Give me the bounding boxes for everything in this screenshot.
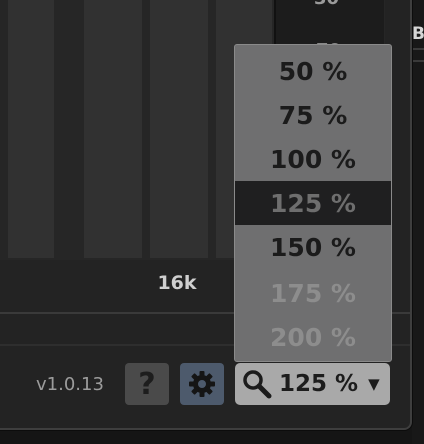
zoom-option-75[interactable]: 75 % (235, 93, 391, 137)
help-label: ? (138, 366, 156, 402)
zoom-option-200: 200 % (270, 322, 356, 352)
version-label: v1.0.13 (36, 374, 104, 395)
eq-band (8, 0, 54, 258)
divider (412, 60, 424, 62)
zoom-option-150[interactable]: 150 % (235, 225, 391, 269)
zoom-dropdown[interactable]: 125 % ▼ (235, 363, 390, 405)
frequency-axis-label: 16k (157, 272, 197, 294)
plugin-panel: 30 70 16k v1.0.13 ? (0, 0, 412, 430)
chevron-down-icon: ▼ (368, 375, 380, 393)
zoom-option-125[interactable]: 125 % (235, 181, 391, 225)
zoom-option-50[interactable]: 50 % (235, 49, 391, 93)
right-panel-edge: B (412, 0, 424, 444)
eq-band (84, 0, 142, 258)
zoom-value: 125 % (279, 371, 359, 397)
right-panel-label: B (412, 24, 424, 44)
gear-icon (189, 371, 215, 397)
eq-band (150, 0, 208, 258)
zoom-option-175: 175 % (270, 278, 356, 308)
zoom-menu: 50 % 75 % 100 % 125 % 150 % 175 % 200 % (234, 44, 392, 362)
scale-top-label: 30 (314, 0, 339, 9)
settings-button[interactable] (180, 363, 224, 405)
help-button[interactable]: ? (125, 363, 169, 405)
divider (412, 48, 424, 50)
magnifier-icon (243, 370, 272, 399)
zoom-option-100[interactable]: 100 % (235, 137, 391, 181)
